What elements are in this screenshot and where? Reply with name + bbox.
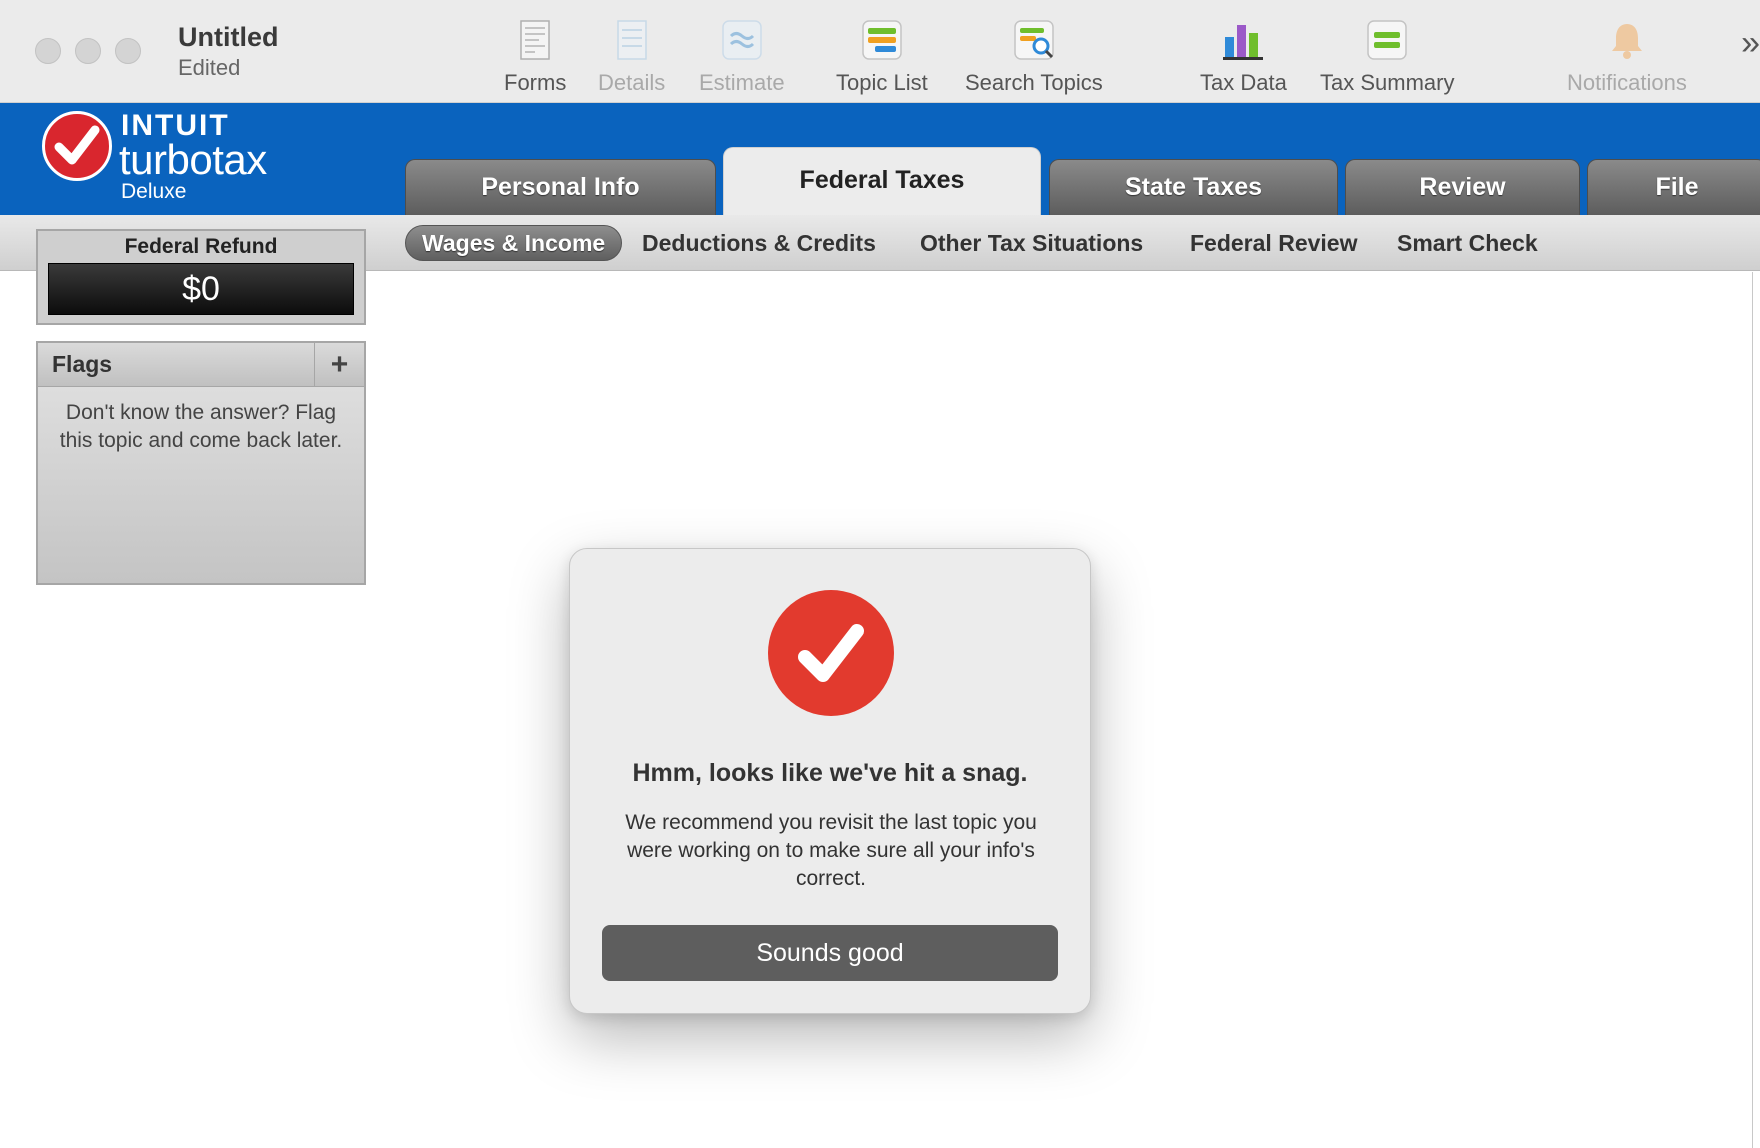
turbotax-logo-icon (42, 111, 112, 181)
details-label: Details (598, 70, 666, 95)
tab-label: Personal Info (481, 173, 640, 201)
flags-hint: Don't know the answer? Flag this topic a… (59, 401, 343, 452)
estimate-icon (720, 18, 764, 62)
subnav-smart-check[interactable]: Smart Check (1397, 225, 1538, 261)
federal-refund-amount: $0 (48, 263, 354, 315)
notifications-label: Notifications (1567, 70, 1687, 95)
app-header: INTUIT turbotax Deluxe Personal Info Fed… (0, 103, 1760, 215)
forms-label: Forms (504, 70, 567, 95)
content-divider (1752, 272, 1753, 1148)
dialog-title: Hmm, looks like we've hit a snag. (632, 759, 1028, 787)
add-flag-button[interactable]: + (314, 343, 364, 387)
tab-label: State Taxes (1124, 173, 1263, 201)
error-dialog: Hmm, looks like we've hit a snag. We rec… (569, 548, 1091, 1014)
tax-data-button[interactable]: Tax Data (1200, 18, 1287, 96)
tax-summary-label: Tax Summary (1320, 70, 1455, 95)
tab-state-taxes[interactable]: State Taxes (1049, 159, 1338, 215)
subnav-deductions-credits[interactable]: Deductions & Credits (642, 225, 876, 261)
forms-icon (513, 18, 557, 62)
topic-list-label: Topic List (836, 70, 928, 95)
flags-panel: Flags + Don't know the answer? Flag this… (36, 341, 366, 585)
close-window-button[interactable] (35, 38, 61, 64)
topic-list-button[interactable]: Topic List (836, 18, 928, 96)
federal-refund-label: Federal Refund (124, 235, 278, 258)
topic-list-icon (860, 18, 904, 62)
notifications-button[interactable]: Notifications (1567, 18, 1687, 96)
document-status: Edited (178, 55, 241, 80)
bar-chart-icon (1221, 18, 1265, 62)
tax-summary-icon (1365, 18, 1409, 62)
zoom-window-button[interactable] (115, 38, 141, 64)
tab-file[interactable]: File (1587, 159, 1760, 215)
federal-refund-panel: Federal Refund $0 (36, 229, 366, 325)
tab-label: File (1655, 173, 1699, 201)
subnav-federal-review[interactable]: Federal Review (1190, 225, 1357, 261)
sounds-good-button[interactable]: Sounds good (602, 925, 1058, 981)
dialog-message: We recommend you revisit the last topic … (625, 811, 1037, 890)
turbotax-wordmark: turbotax (119, 136, 267, 183)
subnav-other-tax-situations[interactable]: Other Tax Situations (920, 225, 1143, 261)
edition-label: Deluxe (121, 180, 187, 203)
flags-title: Flags (52, 351, 113, 377)
details-icon (610, 18, 654, 62)
details-button[interactable]: Details (598, 18, 665, 96)
tab-review[interactable]: Review (1345, 159, 1580, 215)
tax-data-label: Tax Data (1200, 70, 1287, 95)
flags-header: Flags + (38, 343, 364, 387)
subnav-wages-income[interactable]: Wages & Income (405, 225, 623, 261)
window-titlebar: Untitled Edited Forms Details Estimate T… (0, 0, 1760, 103)
bell-icon (1605, 18, 1649, 62)
tab-label: Federal Taxes (799, 166, 965, 194)
estimate-label: Estimate (699, 70, 785, 95)
tab-personal-info[interactable]: Personal Info (405, 159, 716, 215)
forms-button[interactable]: Forms (504, 18, 566, 96)
tax-summary-button[interactable]: Tax Summary (1320, 18, 1454, 96)
toolbar-overflow-button[interactable]: » (1741, 24, 1760, 63)
tab-federal-taxes[interactable]: Federal Taxes (723, 147, 1041, 215)
search-topics-button[interactable]: Search Topics (965, 18, 1103, 96)
document-title: Untitled (178, 22, 279, 52)
minimize-window-button[interactable] (75, 38, 101, 64)
estimate-button[interactable]: Estimate (699, 18, 785, 96)
checkmark-icon (768, 590, 894, 716)
search-topics-icon (1012, 18, 1056, 62)
search-topics-label: Search Topics (965, 70, 1103, 95)
tab-label: Review (1419, 173, 1506, 201)
